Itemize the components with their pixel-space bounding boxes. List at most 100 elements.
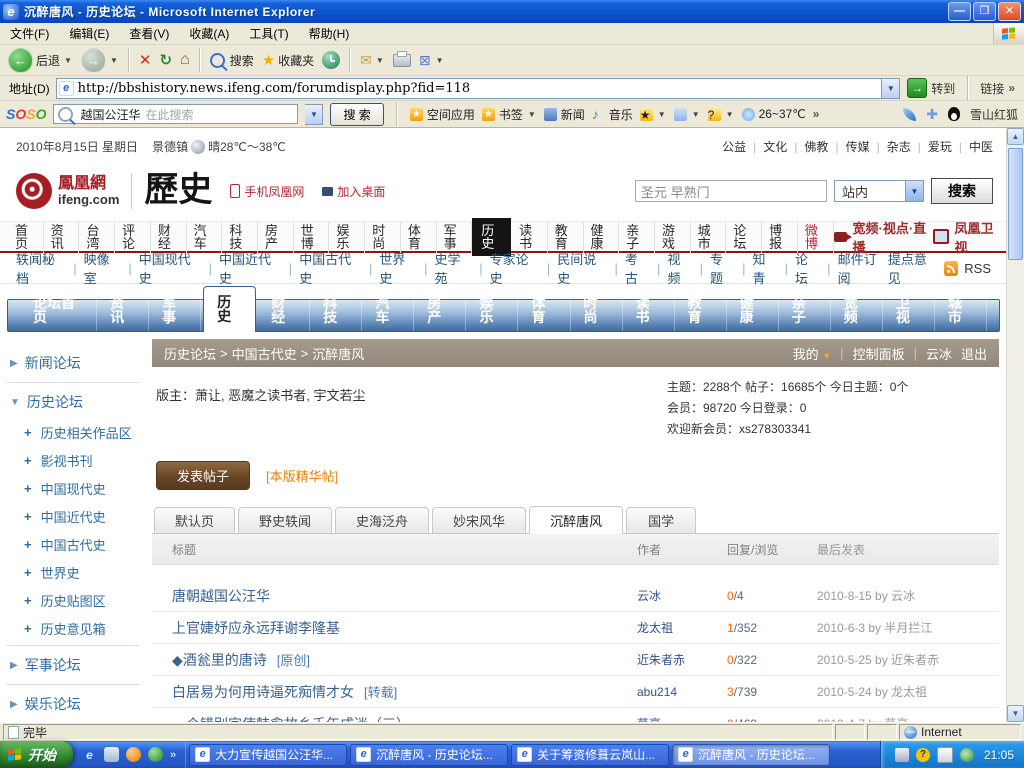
thread-title-link[interactable]: 白居易为何用诗逼死痴情才女	[172, 682, 354, 702]
refresh-button[interactable]: ↻	[155, 49, 176, 71]
messenger-icon[interactable]	[148, 747, 163, 762]
quicklaunch-ie-icon[interactable]: e	[82, 747, 97, 762]
ifeng-logo-text[interactable]: 鳳凰網 ifeng.com	[58, 176, 119, 206]
scrollbar-thumb[interactable]	[1008, 148, 1023, 260]
main-nav-item[interactable]: 财经	[151, 221, 187, 253]
menu-item[interactable]: 查看(V)	[119, 25, 179, 42]
menu-item[interactable]: 文件(F)	[0, 25, 59, 42]
top-link[interactable]: 公益	[722, 138, 746, 155]
soso-music-button[interactable]: ♪音乐	[592, 106, 633, 123]
forum-tab[interactable]: 史海泛舟	[335, 507, 429, 533]
tray-help-icon[interactable]: ?	[916, 748, 930, 762]
add-desktop-link[interactable]: 加入桌面	[322, 183, 385, 200]
forum-nav-item[interactable]: 娱乐	[466, 289, 518, 331]
tray-printer-icon[interactable]	[895, 748, 909, 762]
digest-link[interactable]: [本版精华帖]	[266, 466, 338, 485]
sub-nav-item[interactable]: 世界史	[379, 249, 417, 287]
sidebar-item[interactable]: +历史相关作品区	[6, 418, 140, 446]
taskbar-window-button[interactable]: e沉醉唐风 - 历史论坛...	[672, 744, 830, 766]
forum-tab[interactable]: 默认页	[154, 507, 235, 533]
favorites-button[interactable]: ★收藏夹	[258, 49, 318, 71]
address-dropdown-icon[interactable]: ▼	[882, 78, 900, 99]
top-link[interactable]: 爱玩	[928, 138, 952, 155]
ifeng-logo-icon[interactable]	[16, 173, 52, 209]
sidebar-item[interactable]: +中国古代史	[6, 530, 140, 558]
soso-star-menu[interactable]: ★▼	[640, 108, 667, 121]
top-link[interactable]: 文化	[763, 138, 787, 155]
main-nav-item[interactable]: 世博	[294, 221, 330, 253]
thread-title-link[interactable]: 唐朝越国公汪华	[172, 586, 270, 606]
main-nav-item[interactable]: 微博	[798, 221, 834, 253]
sub-nav-item[interactable]: 映像室	[84, 249, 122, 287]
forum-nav-item[interactable]: 财经	[258, 289, 310, 331]
forum-nav-item[interactable]: 体育	[518, 289, 570, 331]
sub-nav-item[interactable]: 中国近代史	[219, 249, 282, 287]
mail-dropdown-icon[interactable]: ▼	[376, 56, 384, 65]
logout-link[interactable]: 退出	[961, 344, 987, 363]
forum-nav-item[interactable]: 汽车	[362, 289, 414, 331]
soso-search-input[interactable]: 越国公汪华 在此搜索	[53, 104, 298, 124]
quicklaunch-more-chevron-icon[interactable]: »	[170, 749, 176, 761]
my-dropdown-icon[interactable]: ▼	[822, 351, 831, 361]
qq-wing-icon[interactable]	[903, 108, 916, 121]
forum-nav-item[interactable]: 历史	[203, 286, 256, 332]
thread-title-link[interactable]: ◆酒瓮里的唐诗	[172, 650, 267, 670]
edit-button[interactable]: ⊠	[415, 50, 435, 71]
sidebar-item[interactable]: +影视书刊	[6, 446, 140, 474]
forum-tab[interactable]: 野史轶闻	[238, 507, 332, 533]
links-button[interactable]: 链接»	[974, 80, 1021, 97]
thread-author-link[interactable]: 龙太祖	[637, 621, 673, 635]
go-button[interactable]: →转到	[900, 78, 962, 98]
vertical-scrollbar[interactable]: ▲ ▼	[1006, 128, 1024, 722]
soso-apps-button[interactable]: ★空间应用	[410, 106, 475, 123]
thread-author-link[interactable]: 云冰	[637, 589, 661, 603]
thread-author-link[interactable]: abu214	[637, 685, 677, 699]
forum-nav-item[interactable]: 论坛首页	[20, 289, 97, 331]
bookmarks-dropdown-icon[interactable]: ▼	[528, 110, 536, 119]
forum-nav-item[interactable]: 卫视	[883, 289, 935, 331]
menu-item[interactable]: 收藏(A)	[179, 25, 239, 42]
thread-title-link[interactable]: 一个错别字使韩愈故乡千年成迷（三）	[172, 714, 410, 723]
forum-nav-item[interactable]: 宽频	[831, 289, 883, 331]
toolbar-more-dropdown-icon[interactable]: ▼	[436, 56, 444, 65]
site-search-input[interactable]: 圣元 早熟门	[635, 180, 827, 202]
main-nav-item[interactable]: 健康	[584, 221, 620, 253]
soso-help-menu[interactable]: ?▼	[708, 108, 735, 121]
taskbar-window-button[interactable]: e关于筹资修葺云岚山...	[511, 744, 669, 766]
sub-nav-item[interactable]: 史学苑	[435, 249, 473, 287]
sub-nav-item[interactable]: 考古	[625, 249, 650, 287]
sidebar-section[interactable]: ▼历史论坛	[6, 386, 140, 418]
forward-button[interactable]: →▼	[77, 46, 123, 75]
close-button[interactable]: ✕	[998, 2, 1021, 21]
forum-nav-item[interactable]: 读书	[623, 289, 675, 331]
top-link[interactable]: 传媒	[846, 138, 870, 155]
sidebar-section[interactable]: ▶娱乐论坛	[6, 688, 140, 720]
home-button[interactable]: ⌂	[176, 49, 194, 71]
sidebar-section[interactable]: ▶新闻论坛	[6, 347, 140, 379]
feedback-link[interactable]: 提点意见	[888, 249, 938, 287]
forum-nav-item[interactable]: 房产	[414, 289, 466, 331]
main-nav-item[interactable]: 时尚	[365, 221, 401, 253]
breadcrumb-item[interactable]: 中国古代史	[232, 344, 297, 363]
main-nav-item[interactable]: 科技	[222, 221, 258, 253]
forum-nav-item[interactable]: 教育	[675, 289, 727, 331]
top-link[interactable]: 中医	[969, 138, 993, 155]
new-post-button[interactable]: 发表帖子	[156, 461, 250, 490]
soso-dropdown-icon[interactable]: ▼	[305, 104, 323, 125]
back-dropdown-icon[interactable]: ▼	[64, 56, 72, 65]
thread-tag-link[interactable]: [原创]	[277, 650, 310, 669]
main-nav-item[interactable]: 教育	[548, 221, 584, 253]
thread-tag-link[interactable]: [转载]	[364, 682, 397, 701]
search-scope-select[interactable]: 站内▼	[834, 180, 924, 202]
maximize-button[interactable]: ❐	[973, 2, 996, 21]
sub-nav-item[interactable]: 轶闻秘档	[16, 249, 66, 287]
main-nav-item[interactable]: 资讯	[44, 221, 80, 253]
main-nav-item[interactable]: 评论	[115, 221, 151, 253]
sub-nav-item[interactable]: 专题	[710, 249, 735, 287]
main-nav-item[interactable]: 亲子	[619, 221, 655, 253]
scroll-down-icon[interactable]: ▼	[1007, 705, 1024, 722]
sub-nav-item[interactable]: 民间说史	[557, 249, 607, 287]
soso-bookmarks-button[interactable]: ★书签▼	[482, 106, 537, 123]
main-nav-item[interactable]: 论坛	[726, 221, 762, 253]
forum-nav-item[interactable]: 军事	[149, 289, 201, 331]
